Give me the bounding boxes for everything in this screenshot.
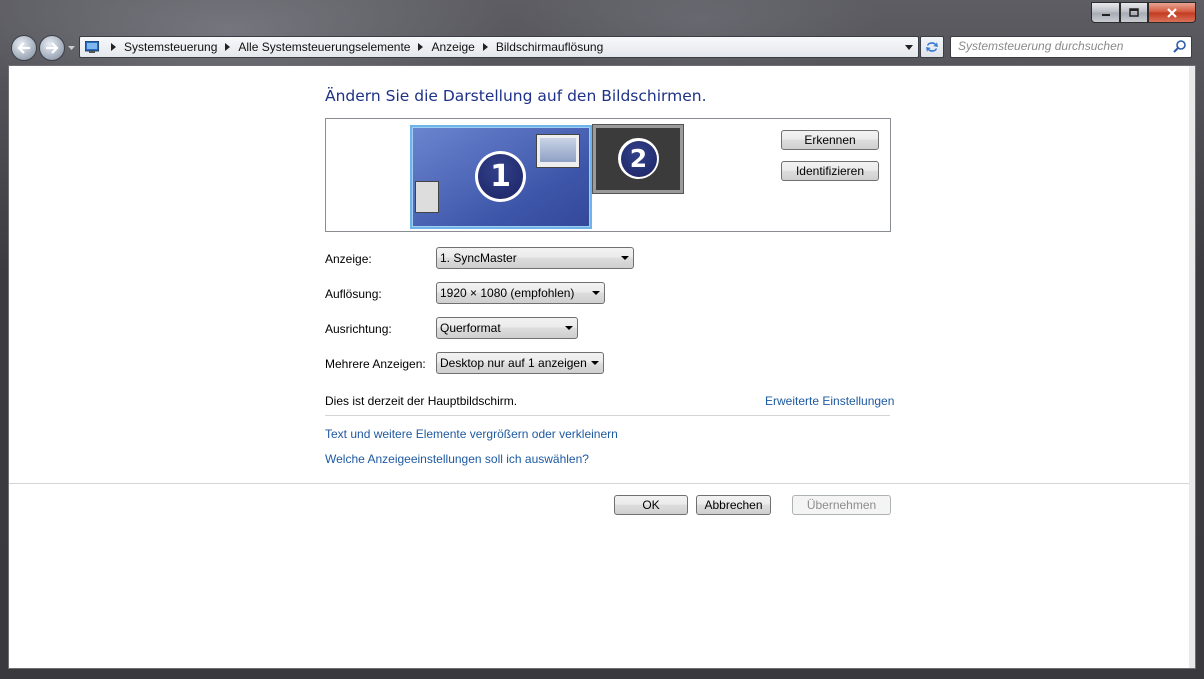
address-dropdown-button[interactable] bbox=[902, 39, 916, 55]
minimize-icon bbox=[1101, 13, 1110, 16]
breadcrumb-separator bbox=[111, 43, 116, 51]
divider bbox=[9, 483, 1189, 484]
caption-buttons bbox=[1091, 2, 1196, 23]
orientation-select[interactable]: Querformat bbox=[436, 317, 578, 339]
monitor-number-badge: 2 bbox=[618, 138, 659, 179]
breadcrumb-item-alle-elemente[interactable]: Alle Systemsteuerungselemente bbox=[238, 40, 410, 54]
address-bar[interactable]: Systemsteuerung Alle Systemsteuerungsele… bbox=[79, 36, 919, 58]
breadcrumb-separator bbox=[418, 43, 424, 51]
breadcrumb-item-anzeige[interactable]: Anzeige bbox=[431, 40, 474, 54]
advanced-settings-link[interactable]: Erweiterte Einstellungen bbox=[765, 394, 894, 408]
orientation-select-value: Querformat bbox=[440, 321, 501, 335]
breadcrumb-item-systemsteuerung[interactable]: Systemsteuerung bbox=[124, 40, 217, 54]
resolution-select[interactable]: 1920 × 1080 (empfohlen) bbox=[436, 282, 605, 304]
display-select-value: 1. SyncMaster bbox=[440, 251, 517, 265]
breadcrumb-separator bbox=[225, 43, 231, 51]
which-settings-link[interactable]: Welche Anzeigeeinstellungen soll ich aus… bbox=[325, 452, 589, 466]
refresh-button[interactable] bbox=[920, 36, 944, 58]
control-panel-icon bbox=[85, 41, 99, 53]
close-icon bbox=[1167, 7, 1177, 18]
back-button[interactable] bbox=[11, 35, 37, 61]
breadcrumb-separator bbox=[482, 43, 488, 51]
multiple-displays-label: Mehrere Anzeigen: bbox=[325, 357, 426, 371]
detect-button[interactable]: Erkennen bbox=[781, 130, 879, 150]
refresh-icon bbox=[926, 42, 938, 52]
cancel-button[interactable]: Abbrechen bbox=[696, 495, 771, 515]
identify-button[interactable]: Identifizieren bbox=[781, 161, 879, 181]
resolution-select-value: 1920 × 1080 (empfohlen) bbox=[440, 286, 575, 300]
multiple-displays-select[interactable]: Desktop nur auf 1 anzeigen bbox=[436, 352, 604, 374]
multiple-displays-select-value: Desktop nur auf 1 anzeigen bbox=[440, 356, 587, 370]
chevron-down-icon bbox=[591, 361, 599, 365]
monitor-2[interactable]: 2 bbox=[592, 124, 684, 194]
page-title: Ändern Sie die Darstellung auf den Bilds… bbox=[325, 87, 707, 105]
close-button[interactable] bbox=[1148, 2, 1196, 23]
mini-sidebar-icon bbox=[415, 181, 439, 213]
monitor-number-badge: 1 bbox=[475, 151, 526, 202]
search-input[interactable] bbox=[951, 37, 1168, 55]
breadcrumb-item-bildschirmaufloesung[interactable]: Bildschirmauflösung bbox=[496, 40, 603, 54]
window-frame: Systemsteuerung Alle Systemsteuerungsele… bbox=[0, 0, 1204, 679]
main-display-status: Dies ist derzeit der Hauptbildschirm. bbox=[325, 394, 518, 408]
chevron-down-icon bbox=[592, 291, 600, 295]
arrow-left-icon bbox=[17, 42, 30, 54]
chevron-down-icon bbox=[905, 44, 913, 50]
recent-pages-dropdown[interactable] bbox=[67, 44, 75, 52]
search-box bbox=[950, 36, 1192, 58]
content-area: Ändern Sie die Darstellung auf den Bilds… bbox=[8, 65, 1196, 669]
resolution-label: Auflösung: bbox=[325, 287, 382, 301]
minimize-button[interactable] bbox=[1091, 2, 1120, 23]
apply-button[interactable]: Übernehmen bbox=[792, 495, 891, 515]
search-icon[interactable] bbox=[1173, 40, 1186, 53]
maximize-button[interactable] bbox=[1120, 2, 1148, 23]
arrow-right-icon bbox=[46, 42, 59, 54]
maximize-icon bbox=[1129, 8, 1139, 17]
chevron-down-icon bbox=[67, 46, 75, 50]
ok-button[interactable]: OK bbox=[614, 495, 688, 515]
chevron-down-icon bbox=[565, 326, 573, 330]
chevron-down-icon bbox=[621, 256, 629, 260]
monitor-arrangement-panel: 1 2 Erkennen Identifizieren bbox=[325, 118, 891, 232]
mini-window-icon bbox=[536, 134, 580, 168]
forward-button[interactable] bbox=[39, 35, 65, 61]
divider bbox=[325, 415, 890, 416]
scrollbar-track[interactable] bbox=[1189, 66, 1195, 668]
text-size-link[interactable]: Text und weitere Elemente vergrößern ode… bbox=[325, 427, 618, 441]
orientation-label: Ausrichtung: bbox=[325, 322, 392, 336]
monitor-1[interactable]: 1 bbox=[410, 125, 592, 229]
display-label: Anzeige: bbox=[325, 252, 372, 266]
display-select[interactable]: 1. SyncMaster bbox=[436, 247, 634, 269]
